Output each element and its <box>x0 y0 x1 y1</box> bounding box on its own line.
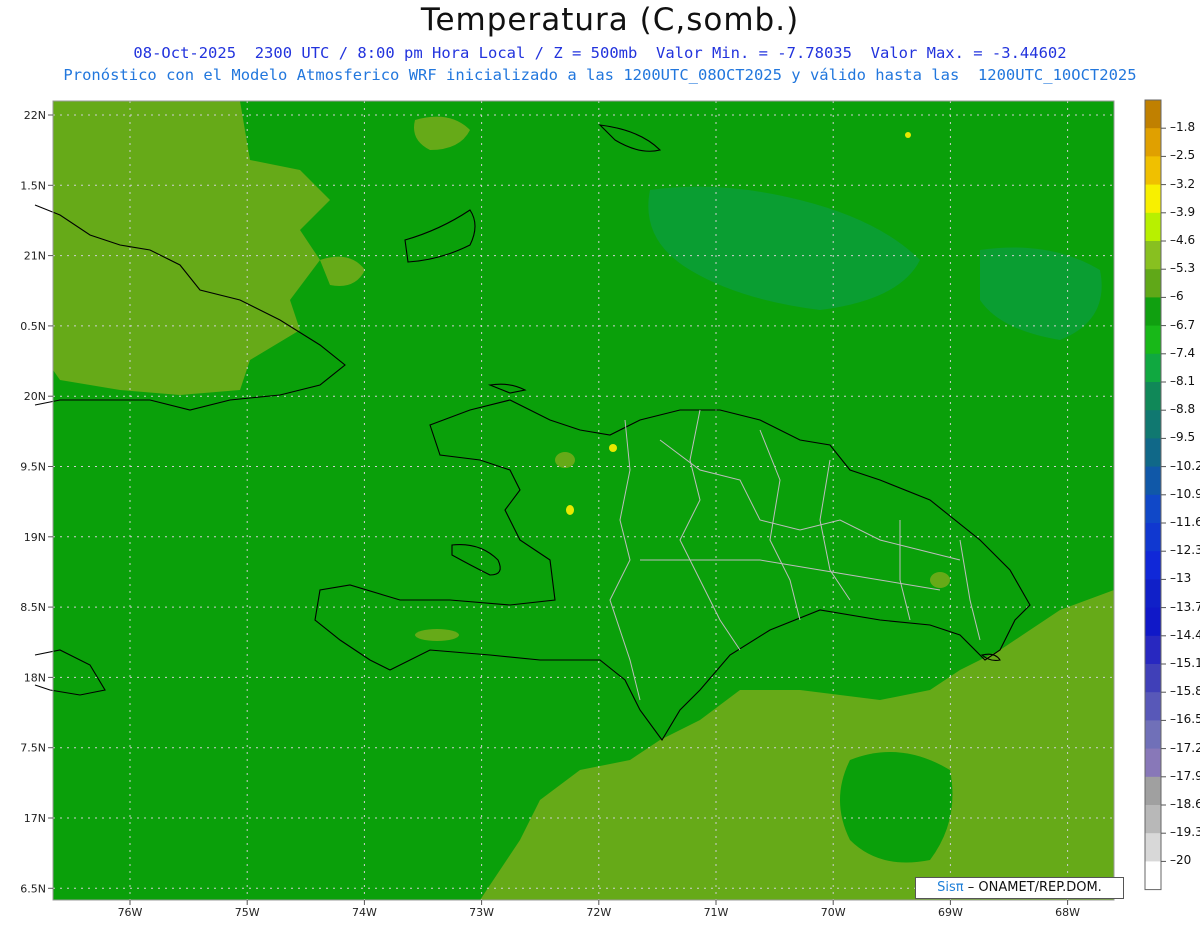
colorbar-label: –3.2 <box>1170 176 1196 191</box>
lon-tick-label: 76W <box>118 906 143 919</box>
colorbar-label: –15.8 <box>1170 684 1200 699</box>
lat-tick-label: 19N <box>24 531 46 544</box>
colorbar-label: –4.6 <box>1170 233 1196 247</box>
lon-tick-label: 74W <box>352 906 377 919</box>
colorbar-swatch <box>1145 635 1161 665</box>
colorbar-label: –10.9 <box>1170 486 1200 501</box>
colorbar-swatch <box>1145 607 1161 637</box>
colorbar-swatch <box>1145 100 1161 129</box>
colorbar-swatch <box>1145 438 1161 468</box>
colorbar-swatch <box>1145 353 1161 383</box>
colorbar-swatch <box>1145 382 1161 411</box>
lat-tick-label: 0.5N <box>20 320 46 333</box>
colorbar-swatch <box>1145 805 1161 834</box>
colorbar-label: –2.5 <box>1170 148 1196 163</box>
cooler-region-south <box>840 752 953 863</box>
lon-tick-label: 69W <box>938 906 963 919</box>
colorbar <box>1144 99 1166 891</box>
temperature-map: 22N 1.5N 21N 0.5N 20N 9.5N 19N 8.5N 18N 7.5N 17N 6.… <box>20 99 1166 919</box>
colorbar-label: –20 <box>1170 853 1192 868</box>
colorbar-swatch <box>1145 720 1161 750</box>
colorbar-label: –18.6 <box>1170 797 1200 811</box>
lon-tick-label: 68W <box>1055 906 1080 919</box>
brand-logo-text: Sisπ <box>937 880 964 895</box>
colorbar-swatch <box>1145 466 1161 496</box>
colorbar-swatch <box>1145 523 1161 552</box>
colorbar-swatch <box>1145 269 1161 298</box>
lat-tick-label: 17N <box>24 812 46 825</box>
colorbar-label: –12.3 <box>1170 543 1200 558</box>
credit-text: – ONAMET/REP.DOM. <box>967 880 1102 895</box>
colorbar-label: –14.4 <box>1170 627 1200 642</box>
warm-patch-4 <box>555 452 575 468</box>
lat-tick-label: 9.5N <box>20 461 46 474</box>
colorbar-label: –17.9 <box>1170 768 1200 783</box>
colorbar-swatch <box>1145 128 1161 157</box>
colorbar-label: –5.3 <box>1170 261 1196 276</box>
colorbar-label: –3.9 <box>1170 204 1196 219</box>
lon-tick-label: 70W <box>821 906 846 919</box>
colorbar-swatch <box>1145 297 1161 327</box>
colorbar-swatch <box>1145 664 1161 693</box>
colorbar-label: –10.2 <box>1170 458 1200 473</box>
colorbar-label: –8.8 <box>1170 402 1196 417</box>
warm-patch-6 <box>930 572 950 588</box>
lat-tick-label: 1.5N <box>20 179 46 192</box>
colorbar-label: –15.1 <box>1170 656 1200 670</box>
lat-tick-label: 18N <box>24 671 46 684</box>
warm-spot-1 <box>566 505 574 515</box>
colorbar-swatch <box>1145 241 1161 270</box>
warm-spot-2 <box>609 444 617 452</box>
lat-tick-label: 20N <box>24 390 46 403</box>
colorbar-swatch <box>1145 156 1161 186</box>
colorbar-swatch <box>1145 748 1161 778</box>
colorbar-label: –13.7 <box>1170 599 1200 614</box>
warm-patch-5 <box>415 629 459 641</box>
lon-tick-label: 75W <box>235 906 260 919</box>
colorbar-swatch <box>1145 776 1161 806</box>
colorbar-swatch <box>1145 494 1161 524</box>
warm-spot-3 <box>905 132 911 138</box>
lat-tick-label: 7.5N <box>20 742 46 755</box>
lon-tick-label: 71W <box>704 906 729 919</box>
colorbar-label: –11.6 <box>1170 515 1200 529</box>
lat-tick-label: 6.5N <box>20 882 46 895</box>
colorbar-swatch <box>1145 861 1161 891</box>
colorbar-swatch <box>1145 692 1161 721</box>
credit-box: Sisπ – ONAMET/REP.DOM. <box>915 877 1124 899</box>
colorbar-label: –7.4 <box>1170 345 1196 360</box>
lat-tick-label: 8.5N <box>20 601 46 614</box>
lon-tick-label: 72W <box>586 906 611 919</box>
map-field <box>53 101 1114 900</box>
lat-tick-label: 22N <box>24 109 46 122</box>
lon-tick-labels: 76W 75W 74W 73W 72W 71W 70W 69W 68W <box>118 900 1080 919</box>
colorbar-swatch <box>1145 833 1161 862</box>
colorbar-swatch <box>1145 325 1161 355</box>
colorbar-label: –13 <box>1170 571 1192 586</box>
colorbar-swatch <box>1145 212 1161 242</box>
colorbar-label: –9.5 <box>1170 430 1196 445</box>
lat-tick-label: 21N <box>24 250 46 263</box>
colorbar-label: –1.8 <box>1170 120 1196 135</box>
lon-tick-label: 73W <box>469 906 494 919</box>
colorbar-label: –6 <box>1170 289 1184 304</box>
colorbar-label: –16.5 <box>1170 712 1200 727</box>
colorbar-swatch <box>1145 551 1161 580</box>
colorbar-label: –17.2 <box>1170 740 1200 755</box>
colorbar-swatch <box>1145 184 1161 214</box>
lat-tick-labels: 22N 1.5N 21N 0.5N 20N 9.5N 19N 8.5N 18N 7.5N 17N 6.… <box>20 109 53 895</box>
colorbar-label: –6.7 <box>1170 317 1196 332</box>
colorbar-label: –19.3 <box>1170 825 1200 840</box>
colorbar-label: –8.1 <box>1170 374 1196 388</box>
colorbar-swatch <box>1145 579 1161 609</box>
colorbar-swatch <box>1145 410 1161 439</box>
